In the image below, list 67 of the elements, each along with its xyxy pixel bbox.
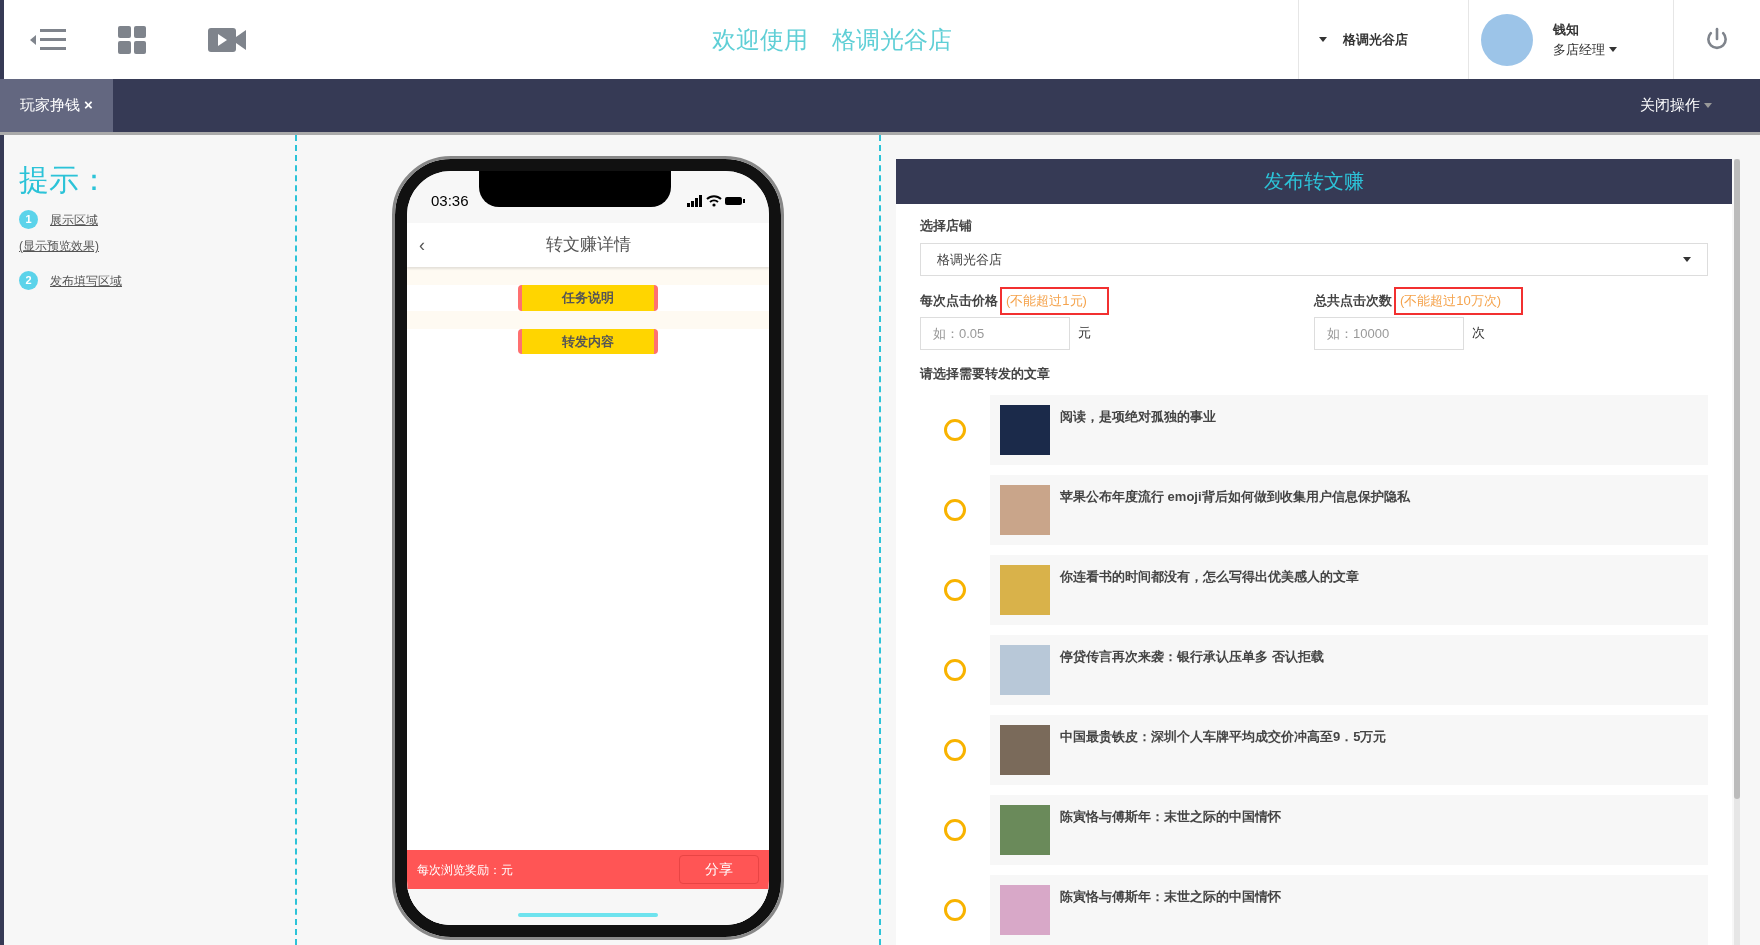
panel-title: 发布转文赚 xyxy=(1264,169,1364,195)
tip-link[interactable]: (显示预览效果) xyxy=(19,237,295,255)
photo-placeholder xyxy=(1000,885,1050,935)
ribbon-label: 转发内容 xyxy=(518,328,658,354)
field-label: 总共点击次数 xyxy=(1314,292,1392,310)
radio-button[interactable] xyxy=(944,819,966,841)
photo-placeholder xyxy=(1000,645,1050,695)
grid-icon[interactable] xyxy=(118,25,146,54)
article-title: 阅读，是项绝对孤独的事业 xyxy=(1060,408,1216,426)
avatar-placeholder[interactable] xyxy=(1481,13,1533,66)
article-card[interactable]: 阅读，是项绝对孤独的事业 xyxy=(990,395,1708,465)
article-title: 你连看书的时间都没有，怎么写得出优美感人的文章 xyxy=(1060,568,1359,586)
number-field[interactable]: 如：0.05 xyxy=(920,316,1070,350)
tip-link[interactable]: 展示区域 xyxy=(50,210,98,229)
article-card[interactable]: 停贷传言再次来袭：银行承认压单多 否认拒载 xyxy=(990,635,1708,705)
unit-label: 元 xyxy=(1078,324,1091,343)
step-number: 1 xyxy=(19,210,38,229)
radio-button[interactable] xyxy=(944,899,966,921)
user-name: 钱知 xyxy=(1553,21,1580,39)
article-title: 陈寅恪与傅斯年：末世之际的中国情怀 xyxy=(1060,808,1281,826)
limit-hint: (不能超过10万次) xyxy=(1394,287,1524,315)
radio-button[interactable] xyxy=(944,419,966,441)
radio-button[interactable] xyxy=(944,579,966,601)
step-number: 2 xyxy=(19,271,38,290)
article-card[interactable]: 陈寅恪与傅斯年：末世之际的中国情怀 xyxy=(990,795,1708,865)
limit-hint: (不能超过1元) xyxy=(1000,287,1109,315)
article-card[interactable]: 苹果公布年度流行 emoji背后如何做到收集用户信息保护隐私 xyxy=(990,475,1708,545)
number-field[interactable]: 如：10000 xyxy=(1314,316,1464,350)
caret-icon xyxy=(1683,257,1691,262)
photo-placeholder xyxy=(1000,725,1050,775)
back-button[interactable]: ‹ xyxy=(407,231,425,259)
photo-placeholder xyxy=(1000,565,1050,615)
photo-placeholder xyxy=(1000,485,1050,535)
tip-link[interactable]: 发布填写区域 xyxy=(50,271,122,290)
status-time: 03:36 xyxy=(431,190,469,211)
field-label: 选择店铺 xyxy=(920,216,973,235)
radio-button[interactable] xyxy=(944,739,966,761)
radio-button[interactable] xyxy=(944,499,966,521)
store-title: 格调光谷店 xyxy=(832,24,952,55)
unit-label: 次 xyxy=(1472,324,1485,343)
article-title: 停贷传言再次来袭：银行承认压单多 否认拒载 xyxy=(1060,648,1324,666)
scrollbar-thumb[interactable] xyxy=(1734,159,1740,799)
video-camera-icon[interactable] xyxy=(208,27,246,52)
status-icons xyxy=(687,195,745,207)
tips-title: 提示： xyxy=(19,162,110,198)
close-operations-dropdown[interactable]: 关闭操作 xyxy=(1640,79,1760,132)
article-title: 苹果公布年度流行 emoji背后如何做到收集用户信息保护隐私 xyxy=(1060,488,1410,506)
photo-placeholder xyxy=(1000,805,1050,855)
article-card[interactable]: 中国最贵铁皮：深圳个人车牌平均成交价冲高至9．5万元 xyxy=(990,715,1708,785)
article-card[interactable]: 陈寅恪与傅斯年：末世之际的中国情怀 xyxy=(990,875,1708,945)
welcome-text: 欢迎使用 xyxy=(712,24,808,55)
photo-placeholder xyxy=(1000,405,1050,455)
radio-button[interactable] xyxy=(944,659,966,681)
user-role-dropdown[interactable]: 多店经理 xyxy=(1553,39,1617,59)
caret-icon xyxy=(1319,37,1327,42)
tab[interactable]: 玩家挣钱 × xyxy=(0,79,113,132)
field-label: 请选择需要转发的文章 xyxy=(920,364,1051,383)
store-select[interactable]: 格调光谷店 xyxy=(920,243,1708,276)
ribbon-label: 任务说明 xyxy=(518,285,658,311)
phone-page-title: 转文赚详情 xyxy=(545,234,631,257)
reward-text: 每次浏览奖励：元 xyxy=(417,861,513,879)
field-label: 每次点击价格 xyxy=(920,292,998,310)
article-title: 陈寅恪与傅斯年：末世之际的中国情怀 xyxy=(1060,888,1281,906)
caret-icon xyxy=(1704,103,1712,108)
caret-icon xyxy=(1609,46,1617,52)
article-title: 中国最贵铁皮：深圳个人车牌平均成交价冲高至9．5万元 xyxy=(1060,728,1387,746)
article-card[interactable]: 你连看书的时间都没有，怎么写得出优美感人的文章 xyxy=(990,555,1708,625)
